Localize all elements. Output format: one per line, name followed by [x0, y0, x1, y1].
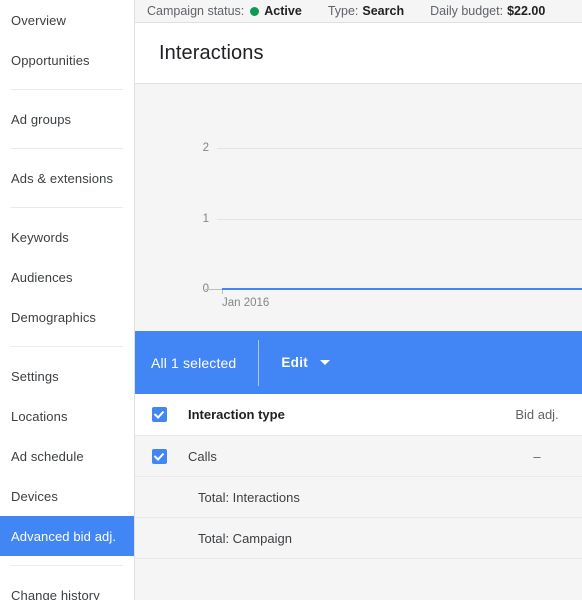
table-row: Total: Campaign	[135, 518, 582, 559]
chevron-down-icon	[320, 360, 331, 365]
interactions-chart: 2 1 0 Jan 2016	[135, 84, 582, 331]
sidebar-item-label: Demographics	[11, 309, 97, 325]
campaign-status-label: Campaign status:	[147, 4, 245, 18]
sidebar-item-ads-extensions[interactable]: Ads & extensions	[0, 158, 134, 198]
sidebar-item-overview[interactable]: Overview	[0, 0, 134, 40]
chart-ytick-label: 1	[202, 213, 209, 225]
sidebar-item-label: Devices	[11, 488, 58, 504]
sidebar-item-label: Overview	[11, 12, 66, 28]
sidebar-item-label: Ads & extensions	[11, 170, 114, 186]
main-content: Campaign status: Active Type: Search Dai…	[135, 0, 582, 600]
row-bid-adj: –	[533, 448, 541, 464]
sidebar-item-ad-groups[interactable]: Ad groups	[0, 99, 134, 139]
sidebar-item-label: Audiences	[11, 269, 73, 285]
daily-budget-value: $22.00	[507, 4, 546, 18]
campaign-type-group: Type: Search	[328, 4, 404, 18]
sidebar-item-label: Settings	[11, 368, 59, 384]
sidebar-item-opportunities[interactable]: Opportunities	[0, 40, 134, 80]
row-checkbox[interactable]	[151, 448, 167, 464]
chart-header-card: Interactions	[135, 22, 582, 84]
selected-count-label: All 1 selected	[151, 354, 237, 371]
row-total-campaign-label: Total: Campaign	[198, 530, 292, 546]
row-total-interactions-label: Total: Interactions	[198, 489, 300, 505]
column-header-interaction-type[interactable]: Interaction type	[173, 407, 492, 422]
sidebar-divider	[11, 207, 123, 208]
table-row: Total: Interactions	[135, 477, 582, 518]
column-header-bid-adj[interactable]: Bid adj.	[492, 407, 582, 422]
select-all-checkbox[interactable]	[151, 407, 167, 422]
campaign-type-value: Search	[362, 4, 405, 18]
sidebar-navigation: Overview Opportunities Ad groups Ads & e…	[0, 0, 135, 600]
table-row	[135, 559, 582, 600]
sidebar-item-settings[interactable]: Settings	[0, 356, 134, 396]
sidebar-divider	[11, 565, 123, 566]
sidebar-divider	[11, 148, 123, 149]
chart-title: Interactions	[159, 41, 264, 64]
sidebar-item-label: Locations	[11, 408, 68, 424]
campaign-status-value: Active	[264, 4, 302, 18]
sidebar-item-change-history[interactable]: Change history	[0, 575, 134, 600]
chart-series-line	[222, 288, 582, 290]
daily-budget-label: Daily budget:	[430, 4, 504, 18]
row-interaction-type: Calls	[188, 448, 217, 464]
chart-gridline	[217, 148, 582, 149]
edit-button-label: Edit	[281, 355, 309, 370]
sidebar-item-label: Keywords	[11, 229, 69, 245]
bulk-selection-bar: All 1 selected Edit	[135, 331, 582, 394]
campaign-status-strip: Campaign status: Active Type: Search Dai…	[135, 0, 582, 22]
sidebar-item-label: Change history	[11, 587, 100, 600]
sidebar-item-label: Ad groups	[11, 111, 72, 127]
sidebar-item-label: Advanced bid adj.	[11, 528, 117, 544]
interaction-type-table: Interaction type Bid adj. Calls – Total:…	[135, 394, 582, 600]
sidebar-item-advanced-bid-adj[interactable]: Advanced bid adj.	[0, 516, 134, 556]
sidebar-item-label: Ad schedule	[11, 448, 84, 464]
sidebar-divider	[11, 89, 123, 90]
sidebar-item-audiences[interactable]: Audiences	[0, 257, 134, 297]
daily-budget-group: Daily budget: $22.00	[430, 4, 545, 18]
edit-dropdown-button[interactable]: Edit	[281, 355, 331, 370]
table-header-row: Interaction type Bid adj.	[135, 394, 582, 436]
chart-ytick-label: 2	[202, 142, 209, 154]
sidebar-item-locations[interactable]: Locations	[0, 396, 134, 436]
campaign-status-group: Campaign status: Active	[147, 4, 302, 18]
select-all-checkbox-cell	[135, 407, 173, 422]
campaign-type-label: Type:	[327, 4, 359, 18]
sidebar-item-devices[interactable]: Devices	[0, 476, 134, 516]
row-checkbox-cell	[135, 448, 173, 464]
chart-xtick-label: Jan 2016	[222, 297, 270, 309]
selection-bar-divider	[258, 339, 260, 386]
sidebar-item-ad-schedule[interactable]: Ad schedule	[0, 436, 134, 476]
sidebar-item-demographics[interactable]: Demographics	[0, 297, 134, 337]
chart-axis-baseline	[205, 289, 223, 290]
chart-gridline	[217, 219, 582, 220]
sidebar-divider	[11, 346, 123, 347]
table-row: Calls –	[135, 436, 582, 477]
app-root: Overview Opportunities Ad groups Ads & e…	[0, 0, 582, 600]
sidebar-item-label: Opportunities	[11, 52, 90, 68]
status-active-dot-icon	[250, 6, 260, 16]
sidebar-item-keywords[interactable]: Keywords	[0, 217, 134, 257]
